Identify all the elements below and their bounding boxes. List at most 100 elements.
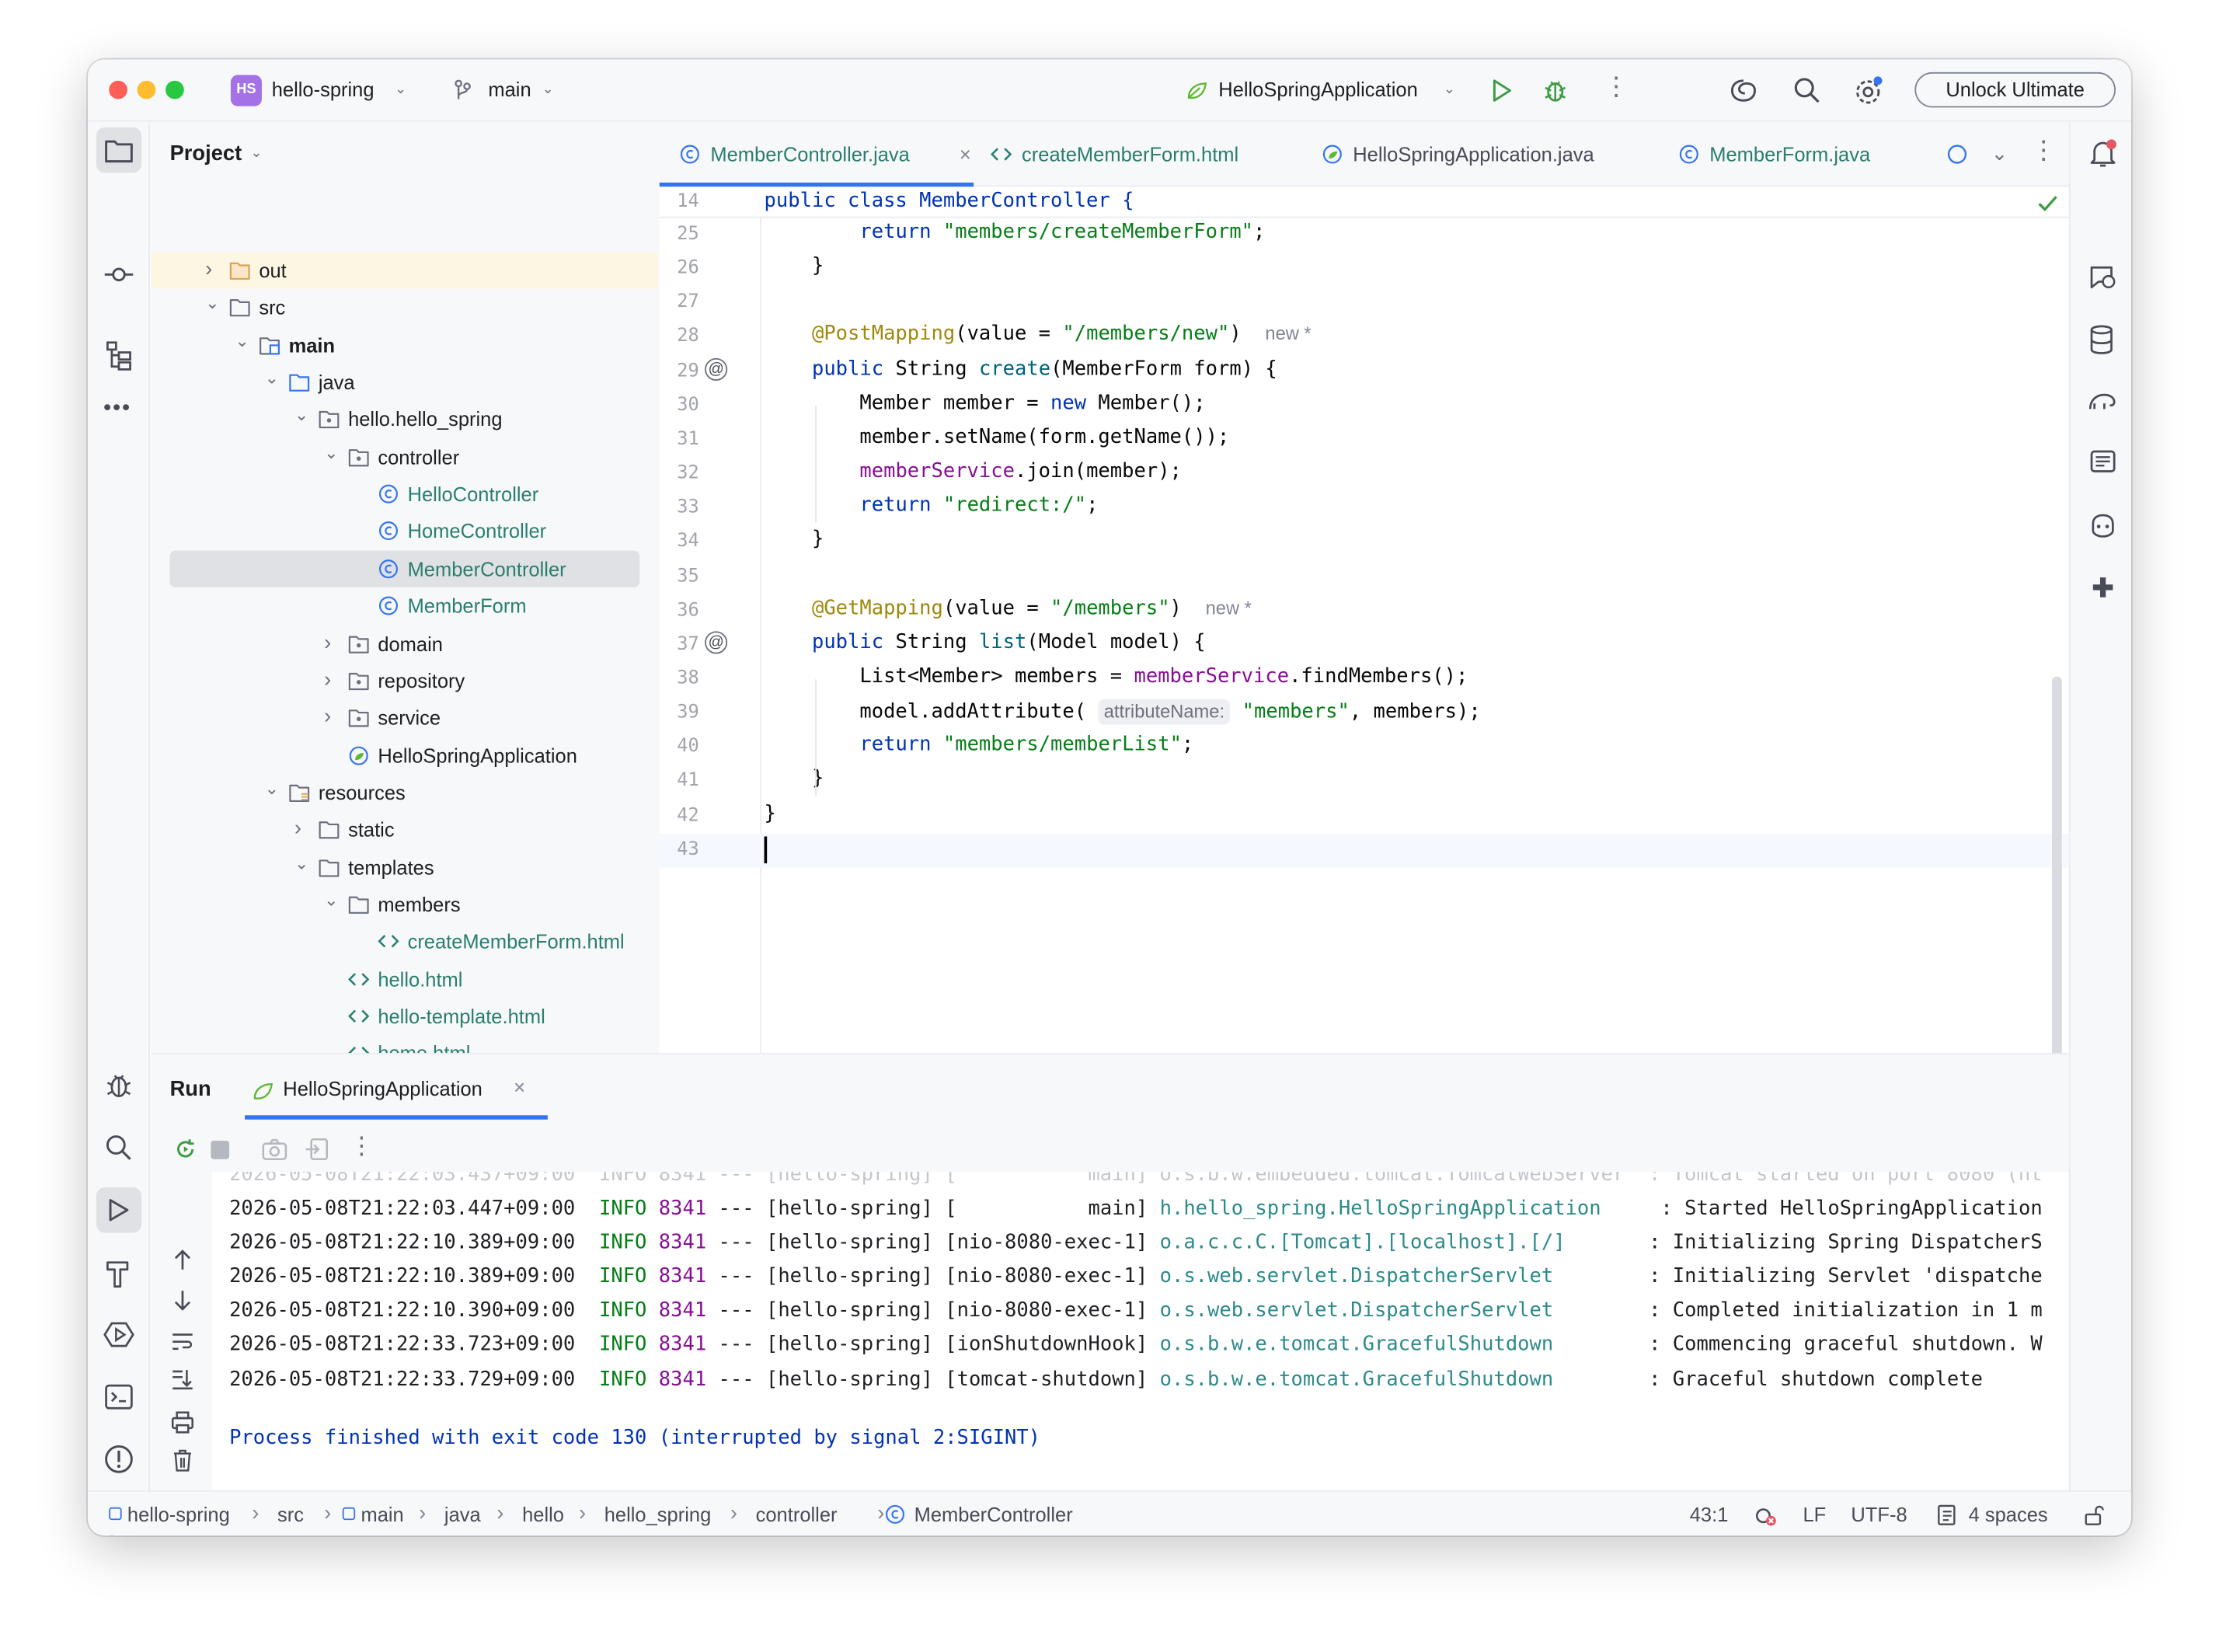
run-icon[interactable] [1490, 78, 1513, 103]
tree-item-main[interactable]: ⌄ main [152, 326, 658, 363]
sticky-lines[interactable]: 14 public class MemberController { [659, 186, 2069, 218]
line-ending[interactable]: LF [1803, 1492, 1826, 1535]
tree-toggle-chevron-right-icon[interactable]: › [324, 699, 331, 736]
scroll-up-arrow-icon[interactable] [172, 1248, 192, 1270]
tree-toggle-chevron-down-icon[interactable]: ⌄ [265, 360, 279, 396]
database-icon[interactable] [2088, 324, 2114, 355]
code-line[interactable]: public String create(MemberForm form) { [765, 357, 1277, 380]
implementation-gutter-icon[interactable]: @ [705, 357, 728, 381]
code-line[interactable]: public String list(Model model) { [765, 631, 1206, 653]
tree-item-members[interactable]: ⌄ members [152, 886, 658, 922]
rerun-icon[interactable] [172, 1137, 198, 1162]
code-line[interactable]: return "redirect:/"; [765, 494, 1098, 517]
run-tool-icon[interactable] [107, 1197, 130, 1223]
tree-item-src[interactable]: ⌄ src [152, 289, 658, 326]
log-logger[interactable]: o.s.b.w.e.tomcat.GracefulShutdown [1160, 1368, 1637, 1390]
problems-icon[interactable] [103, 1444, 134, 1475]
code-line[interactable]: @PostMapping(value = "/members/new") new… [765, 323, 1312, 346]
code-line[interactable]: @GetMapping(value = "/members") new * [765, 597, 1252, 619]
tree-toggle-chevron-down-icon[interactable]: ⌄ [265, 770, 279, 807]
close-tab-icon[interactable]: × [514, 1075, 525, 1098]
tree-item-service[interactable]: › service [152, 699, 658, 736]
document-icon[interactable] [2088, 448, 2116, 476]
tree-item-hello-html[interactable]: hello.html [152, 960, 658, 997]
tabs-overflow-chevron-icon[interactable]: ⌄ [1991, 141, 2008, 166]
copilot-icon[interactable] [2088, 511, 2119, 539]
commit-icon[interactable] [103, 265, 134, 284]
services-icon[interactable] [103, 1320, 134, 1348]
tree-toggle-chevron-down-icon[interactable]: ⌄ [205, 285, 219, 322]
minimize-window-button[interactable] [137, 80, 156, 99]
code-editor[interactable]: 25 return "members/createMemberForm"; 26 … [659, 186, 2069, 1110]
unlock-ultimate-button[interactable]: Unlock Ultimate [1914, 71, 2116, 108]
tree-item-resources[interactable]: ⌄ resources [152, 774, 658, 810]
tree-toggle-chevron-down-icon[interactable]: ⌄ [294, 845, 308, 881]
indent-setting[interactable]: 4 spaces [1969, 1492, 2048, 1535]
more-actions-icon[interactable]: ⋮ [1604, 72, 1629, 102]
breadcrumb-item[interactable]: hello [522, 1492, 564, 1535]
tabs-more-icon[interactable]: ⋮ [2031, 136, 2057, 166]
log-logger[interactable]: o.a.c.c.C.[Tomcat].[localhost].[/] [1160, 1232, 1637, 1254]
file-encoding[interactable]: UTF-8 [1851, 1492, 1907, 1535]
soft-wrap-icon[interactable] [171, 1332, 193, 1351]
class-icon[interactable] [1947, 145, 1967, 164]
chevron-down-icon[interactable]: ⌄ [542, 82, 554, 98]
code-line[interactable]: List<Member> members = memberService.fin… [765, 665, 1468, 688]
run-config-name[interactable]: HelloSpringApplication [1218, 78, 1418, 100]
tree-item-hello-hello-spring[interactable]: ⌄ hello.hello_spring [152, 401, 658, 437]
zoom-window-button[interactable] [165, 80, 184, 99]
tree-item-membercontroller[interactable]: MemberController [169, 550, 640, 587]
run-console[interactable]: 2026-05-08T21:22:03.437+09:00 INFO 8341 … [212, 1172, 2069, 1490]
tree-item-homecontroller[interactable]: HomeController [152, 513, 658, 549]
breadcrumb-item[interactable]: src [277, 1492, 304, 1535]
tree-item-hellocontroller[interactable]: HelloController [152, 476, 658, 512]
run-tab-label[interactable]: HelloSpringApplication [283, 1077, 482, 1100]
log-logger[interactable]: o.s.web.servlet.DispatcherServlet [1160, 1300, 1637, 1323]
chevron-down-icon[interactable]: ⌄ [395, 82, 406, 98]
tree-toggle-chevron-right-icon[interactable]: › [205, 252, 212, 288]
tree-toggle-chevron-down-icon[interactable]: ⌄ [324, 434, 338, 471]
code-line[interactable]: Member member = new Member(); [765, 392, 1205, 414]
run-panel-title[interactable]: Run [170, 1077, 211, 1101]
code-line[interactable]: } [765, 528, 824, 551]
tree-toggle-chevron-right-icon[interactable]: › [294, 811, 301, 848]
find-icon[interactable] [105, 1134, 133, 1162]
tree-item-creatememberform-html[interactable]: createMemberForm.html [152, 923, 658, 960]
breadcrumb-item[interactable]: main [361, 1492, 403, 1535]
notifications-bell-icon[interactable] [2088, 138, 2116, 169]
chevron-down-icon[interactable]: ⌄ [1444, 82, 1455, 98]
plugin-puzzle-icon[interactable] [2088, 573, 2116, 601]
read-only-lock-icon[interactable] [2085, 1504, 2104, 1525]
project-panel-title[interactable]: Project [170, 141, 242, 166]
tree-item-out[interactable]: › out [151, 252, 658, 289]
tree-item-hello-template-html[interactable]: hello-template.html [152, 998, 658, 1034]
terminal-icon[interactable] [105, 1384, 133, 1410]
folder-icon[interactable] [105, 138, 133, 163]
chevron-down-icon[interactable]: ⌄ [250, 146, 262, 162]
tree-item-java[interactable]: ⌄ java [152, 364, 658, 400]
code-line[interactable]: } [765, 255, 824, 277]
close-window-button[interactable] [109, 80, 127, 99]
tree-toggle-chevron-right-icon[interactable]: › [324, 662, 331, 699]
code-line[interactable]: member.setName(form.getName()); [765, 426, 1229, 448]
tree-toggle-chevron-right-icon[interactable]: › [324, 625, 331, 661]
tree-item-templates[interactable]: ⌄ templates [152, 849, 658, 885]
caret-position[interactable]: 43:1 [1690, 1492, 1729, 1535]
stop-icon[interactable] [211, 1141, 230, 1159]
restore-layout-icon[interactable] [305, 1137, 330, 1162]
tree-item-hellospringapplication[interactable]: HelloSpringApplication [152, 737, 658, 773]
tree-item-repository[interactable]: › repository [152, 662, 658, 699]
code-line[interactable]: model.addAttribute( attributeName: "memb… [765, 699, 1481, 725]
log-logger[interactable]: o.s.b.w.e.tomcat.GracefulShutdown [1160, 1333, 1637, 1356]
breadcrumb-item[interactable]: java [444, 1492, 481, 1535]
tree-toggle-chevron-down-icon[interactable]: ⌄ [324, 882, 338, 918]
screenshot-camera-icon[interactable] [262, 1138, 287, 1161]
structure-icon[interactable] [105, 340, 133, 371]
tree-item-memberform[interactable]: MemberForm [152, 587, 658, 624]
breadcrumb-item[interactable]: hello-spring [127, 1492, 230, 1535]
print-icon[interactable] [171, 1411, 193, 1434]
breadcrumb-item[interactable]: MemberController [914, 1492, 1073, 1535]
tree-toggle-chevron-down-icon[interactable]: ⌄ [294, 397, 308, 434]
project-name[interactable]: hello-spring [272, 78, 374, 100]
run-more-icon[interactable]: ⋮ [350, 1132, 374, 1160]
